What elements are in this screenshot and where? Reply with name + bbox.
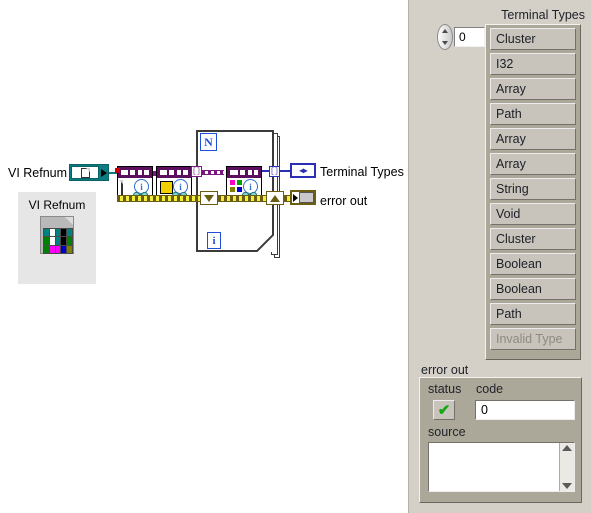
array-item[interactable]: Boolean (490, 253, 576, 275)
loop-index-terminal[interactable]: i (207, 232, 221, 249)
scroll-up-arrow-icon[interactable] (562, 445, 572, 451)
array-item[interactable]: Array (490, 78, 576, 100)
array-item[interactable]: Cluster (490, 28, 576, 50)
error-input-tunnel[interactable] (200, 191, 218, 205)
node1-error-marker (115, 168, 120, 173)
loop-output-tunnel-blue[interactable]: [] (269, 166, 280, 177)
terminal-types-output-label: Terminal Types (320, 165, 404, 179)
array-item[interactable]: String (490, 178, 576, 200)
vi-node-3-connector-pane (227, 167, 261, 178)
triangle-down-icon (204, 194, 214, 202)
source-scrollbar[interactable] (559, 443, 574, 491)
error-terminal-arrow-icon (293, 193, 298, 202)
array-item[interactable]: Path (490, 303, 576, 325)
loop-input-tunnel-purple[interactable]: [] (191, 166, 202, 177)
status-indicator: ✔ (433, 400, 455, 420)
for-loop-corner-fold (256, 234, 274, 252)
vi-icon-panel[interactable]: VI Refnum (18, 192, 96, 284)
terminal-types-array[interactable]: Cluster I32 Array Path Array Array String Void C… (485, 24, 581, 360)
error-output-tunnel[interactable] (266, 191, 284, 205)
page-fold-icon (65, 217, 73, 225)
error-terminal-body-icon (299, 192, 314, 203)
refnum-direction-arrow-icon (101, 168, 107, 177)
wire-tunnel-to-terminal-types (280, 170, 290, 172)
swatch-magenta-icon (230, 180, 235, 185)
terminal-types-array-title: Terminal Types (501, 8, 585, 22)
vi-icon-caption: VI Refnum (28, 198, 86, 212)
vi-node-1-connector-pane (118, 167, 152, 178)
array-item[interactable]: Void (490, 203, 576, 225)
array-items-container: Cluster I32 Array Path Array Array String Void C… (486, 25, 580, 356)
spinner-down-arrow-icon[interactable] (442, 41, 448, 45)
document-icon (80, 167, 90, 178)
array-item[interactable]: Cluster (490, 228, 576, 250)
array-item[interactable]: I32 (490, 53, 576, 75)
array-item[interactable]: Array (490, 128, 576, 150)
vi-icon (40, 216, 74, 254)
scroll-down-arrow-icon[interactable] (562, 483, 572, 489)
error-out-cluster[interactable]: status ✔ code 0 source (419, 377, 582, 503)
loop-count-terminal[interactable]: N (200, 133, 217, 151)
front-panel: Terminal Types 0 Cluster I32 Array Path Arra… (408, 0, 591, 513)
array-item[interactable]: Path (490, 103, 576, 125)
array-index-value[interactable]: 0 (454, 27, 485, 47)
array-item[interactable]: Boolean (490, 278, 576, 300)
status-label: status (428, 382, 462, 396)
error-wire-seg1 (117, 195, 203, 202)
wire-tunnel-to-node3 (202, 170, 224, 175)
refnum-terminal-inner (71, 166, 99, 179)
swatch-green-icon (237, 180, 242, 185)
spinner-up-arrow-icon[interactable] (442, 29, 448, 33)
array-index-spinner[interactable] (437, 24, 453, 50)
code-label: code (476, 382, 504, 396)
vi-refnum-terminal[interactable] (69, 164, 109, 181)
source-value-box[interactable] (428, 442, 575, 492)
terminal-types-output-terminal[interactable]: ◀▶ (290, 163, 316, 178)
block-diagram-canvas[interactable]: VI Refnum VI Refnum i i N i [] i [] ◀▶ T… (0, 0, 408, 513)
vi-refnum-control-label: VI Refnum (8, 166, 68, 180)
swatch-olive-icon (230, 187, 235, 192)
code-value: 0 (475, 400, 575, 420)
document-icon (121, 180, 123, 196)
array-item: Invalid Type (490, 328, 576, 350)
error-out-cluster-title: error out (421, 363, 469, 377)
array-terminal-glyph: ◀▶ (299, 166, 308, 176)
vi-icon-color-grid (43, 228, 73, 254)
array-item[interactable]: Array (490, 153, 576, 175)
error-out-output-label: error out (320, 194, 368, 208)
vi-node-2-connector-pane (157, 167, 191, 178)
triangle-up-icon (270, 194, 280, 202)
error-out-output-terminal[interactable] (290, 190, 316, 205)
source-label: source (428, 425, 466, 439)
